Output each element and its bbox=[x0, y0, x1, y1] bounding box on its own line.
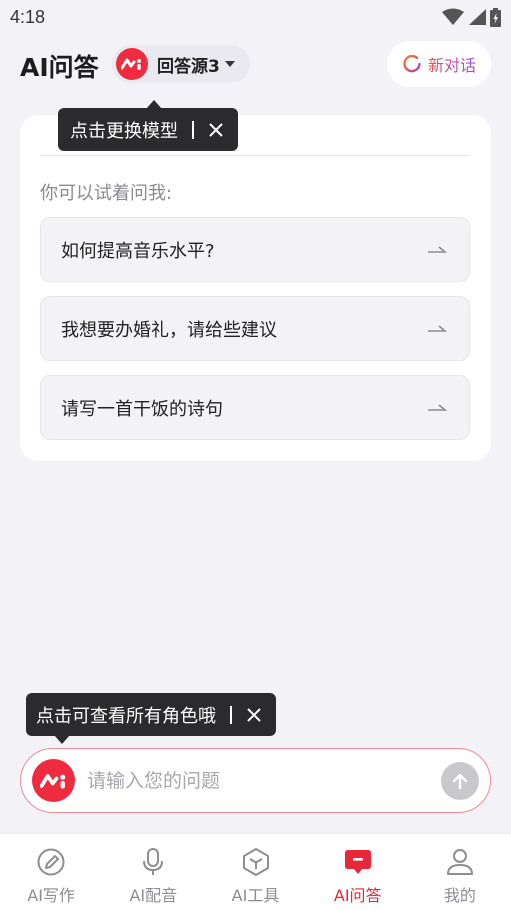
new-chat-label: 新对话 bbox=[428, 52, 476, 76]
suggestion-item[interactable]: 请写一首干饭的诗句 bbox=[40, 375, 470, 440]
role-tooltip: 点击可查看所有角色哦 bbox=[26, 693, 276, 744]
signal-icon bbox=[469, 9, 486, 25]
microphone-icon bbox=[137, 846, 169, 878]
nav-label: AI配音 bbox=[129, 886, 178, 905]
nav-label: AI问答 bbox=[333, 886, 382, 905]
nav-item-ai-voice[interactable]: AI配音 bbox=[102, 834, 204, 910]
prompt-hint: 你可以试着问我: bbox=[40, 183, 173, 204]
refresh-icon bbox=[403, 54, 421, 73]
bottom-nav: AI写作 AI配音 AI工具 AI问答 我的 bbox=[0, 833, 511, 910]
user-icon bbox=[444, 846, 476, 878]
brand-logo-icon bbox=[116, 48, 148, 80]
suggestion-item[interactable]: 如何提高音乐水平? bbox=[40, 217, 470, 282]
nav-item-ai-tools[interactable]: AI工具 bbox=[204, 834, 306, 910]
suggestion-text: 我想要办婚礼，请给些建议 bbox=[61, 319, 277, 341]
nav-item-ai-writing[interactable]: AI写作 bbox=[0, 834, 102, 910]
question-input[interactable] bbox=[87, 769, 441, 792]
pen-icon bbox=[35, 846, 67, 878]
battery-icon bbox=[490, 7, 501, 27]
input-bar bbox=[20, 748, 491, 813]
role-avatar-button[interactable] bbox=[32, 759, 75, 802]
model-tooltip-text: 点击更换模型 bbox=[70, 120, 178, 142]
role-tooltip-text: 点击可查看所有角色哦 bbox=[36, 705, 216, 727]
status-bar: 4:18 bbox=[0, 0, 511, 34]
arrow-right-icon bbox=[428, 324, 447, 332]
suggestion-card: 你可以试着问我: 如何提高音乐水平? 我想要办婚礼，请给些建议 请写一首干饭的诗… bbox=[20, 115, 491, 461]
nav-label: AI写作 bbox=[27, 886, 75, 905]
header: AI问答 回答源3 新对话 bbox=[0, 40, 511, 90]
chat-icon bbox=[342, 846, 374, 878]
nav-label: 我的 bbox=[443, 886, 476, 905]
arrow-up-icon bbox=[452, 773, 468, 789]
page-title: AI问答 bbox=[20, 53, 99, 82]
model-selector[interactable]: 回答源3 bbox=[112, 45, 250, 83]
nav-item-profile[interactable]: 我的 bbox=[409, 834, 511, 910]
nav-label: AI工具 bbox=[231, 886, 280, 905]
status-time: 4:18 bbox=[10, 6, 46, 27]
suggestion-text: 如何提高音乐水平? bbox=[61, 240, 215, 262]
status-icons bbox=[442, 7, 501, 27]
close-icon[interactable] bbox=[246, 707, 262, 723]
wifi-icon bbox=[442, 8, 464, 25]
suggestion-item[interactable]: 我想要办婚礼，请给些建议 bbox=[40, 296, 470, 361]
arrow-right-icon bbox=[428, 403, 447, 411]
caret-down-icon bbox=[224, 61, 235, 67]
nav-item-ai-qa[interactable]: AI问答 bbox=[307, 834, 409, 910]
model-name: 回答源3 bbox=[157, 56, 220, 77]
model-tooltip: 点击更换模型 bbox=[58, 100, 238, 151]
divider bbox=[40, 155, 470, 156]
arrow-right-icon bbox=[428, 245, 447, 253]
close-icon[interactable] bbox=[208, 122, 224, 138]
send-button[interactable] bbox=[441, 761, 479, 800]
new-chat-button[interactable]: 新对话 bbox=[387, 41, 491, 87]
suggestion-text: 请写一首干饭的诗句 bbox=[61, 398, 223, 420]
cube-icon bbox=[240, 846, 272, 878]
